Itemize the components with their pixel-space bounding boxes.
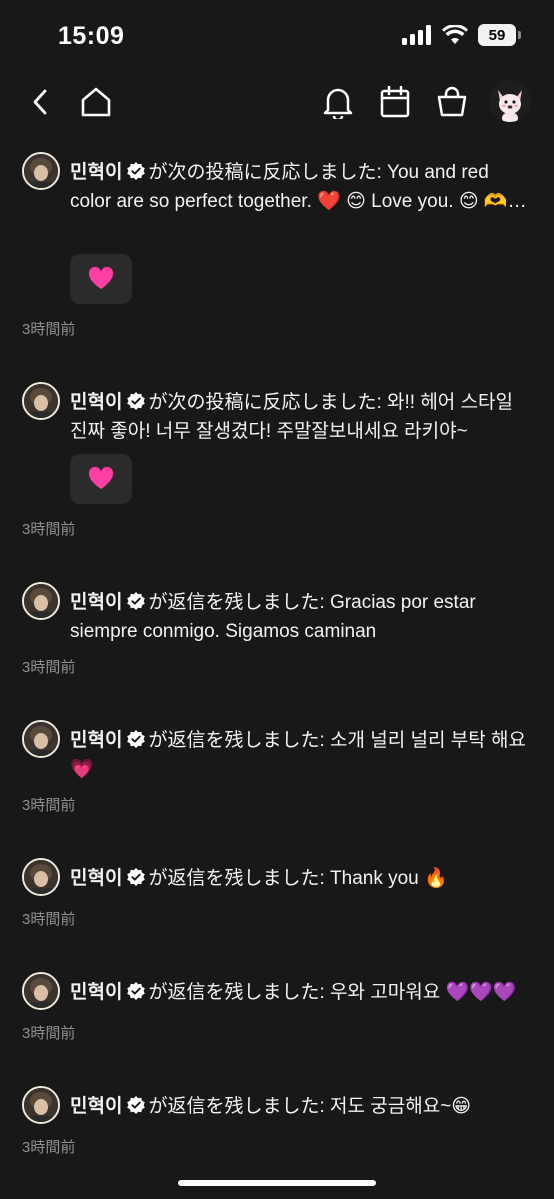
user-photo xyxy=(24,584,58,618)
shop-button[interactable] xyxy=(430,78,474,126)
user-name[interactable]: 민혁이 xyxy=(70,592,122,613)
shopping-bag-icon xyxy=(437,86,467,117)
verified-badge-icon xyxy=(127,1096,146,1114)
timestamp: 3時間前 xyxy=(22,911,76,928)
action-text: が返信を残しました: xyxy=(148,868,325,889)
verified-badge-icon xyxy=(127,730,146,748)
user-name[interactable]: 민혁이 xyxy=(70,392,122,413)
action-text: が返信を残しました: xyxy=(148,592,325,613)
timestamp: 3時間前 xyxy=(22,659,76,676)
action-text: が返信を残しました: xyxy=(148,730,325,751)
user-name[interactable]: 민혁이 xyxy=(70,868,122,889)
user-name[interactable]: 민혁이 xyxy=(70,1096,122,1117)
nav-bar xyxy=(0,78,554,126)
bell-icon xyxy=(323,88,353,119)
reaction-preview[interactable] xyxy=(70,254,132,304)
verified-badge-icon xyxy=(127,868,146,886)
timestamp: 3時間前 xyxy=(22,1025,76,1042)
status-icons: 59 xyxy=(402,24,521,46)
status-time: 15:09 xyxy=(58,22,125,50)
home-indicator[interactable] xyxy=(178,1180,376,1186)
action-text: が次の投稿に反応しました: xyxy=(148,392,382,413)
heart-icon xyxy=(88,267,114,289)
user-photo xyxy=(24,860,58,894)
calendar-icon xyxy=(380,86,410,118)
reaction-preview[interactable] xyxy=(70,454,132,504)
timestamp: 3時間前 xyxy=(22,1139,76,1156)
user-photo xyxy=(24,1088,58,1122)
timestamp: 3時間前 xyxy=(22,521,76,538)
battery-indicator: 59 xyxy=(478,24,521,46)
message-text: Thank you 🔥 xyxy=(330,868,448,889)
back-icon xyxy=(33,89,47,115)
profile-avatar[interactable] xyxy=(489,80,531,122)
signal-icon xyxy=(402,25,431,45)
user-photo xyxy=(24,154,58,188)
timestamp: 3時間前 xyxy=(22,321,76,338)
verified-badge-icon xyxy=(127,162,146,180)
user-name[interactable]: 민혁이 xyxy=(70,730,122,751)
status-bar: 15:09 59 xyxy=(0,0,554,74)
dog-character-icon xyxy=(489,80,531,122)
heart-icon xyxy=(88,467,114,489)
wifi-icon xyxy=(442,25,468,44)
user-photo xyxy=(24,722,58,756)
action-text: が次の投稿に反応しました: xyxy=(148,162,382,183)
avatar[interactable] xyxy=(22,972,60,1010)
home-icon xyxy=(81,87,111,117)
user-photo xyxy=(24,974,58,1008)
action-text: が返信を残しました: xyxy=(148,1096,325,1117)
verified-badge-icon xyxy=(127,392,146,410)
user-photo xyxy=(24,384,58,418)
user-name[interactable]: 민혁이 xyxy=(70,162,122,183)
calendar-button[interactable] xyxy=(373,78,417,126)
back-button[interactable] xyxy=(18,78,62,126)
user-name[interactable]: 민혁이 xyxy=(70,982,122,1003)
avatar[interactable] xyxy=(22,152,60,190)
verified-badge-icon xyxy=(127,982,146,1000)
message-text: 저도 궁금해요~😁 xyxy=(330,1096,472,1117)
verified-badge-icon xyxy=(127,592,146,610)
home-button[interactable] xyxy=(74,78,118,126)
notifications-button[interactable] xyxy=(316,78,360,126)
avatar[interactable] xyxy=(22,858,60,896)
avatar[interactable] xyxy=(22,382,60,420)
timestamp: 3時間前 xyxy=(22,797,76,814)
message-text: 우와 고마워요 💜💜💜 xyxy=(330,982,517,1003)
avatar[interactable] xyxy=(22,720,60,758)
action-text: が返信を残しました: xyxy=(148,982,325,1003)
avatar[interactable] xyxy=(22,1086,60,1124)
avatar[interactable] xyxy=(22,582,60,620)
